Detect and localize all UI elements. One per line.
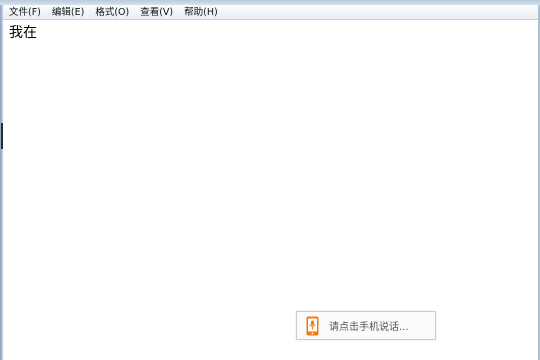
voice-input-hint[interactable]: 请点击手机说话... [296,311,436,340]
notepad-window: 文件(F) 编辑(E) 格式(O) 查看(V) 帮助(H) 我在 请点击手机说话… [0,0,540,360]
microphone-phone-icon [306,316,319,335]
editor-text: 我在 [9,25,37,41]
menu-bar: 文件(F) 编辑(E) 格式(O) 查看(V) 帮助(H) [3,5,538,20]
menu-view[interactable]: 查看(V) [140,5,173,20]
menu-format[interactable]: 格式(O) [95,5,129,20]
menu-help[interactable]: 帮助(H) [184,5,218,20]
menu-file[interactable]: 文件(F) [9,5,41,20]
text-editor-area[interactable]: 我在 [3,21,538,360]
menu-edit[interactable]: 编辑(E) [52,5,84,20]
voice-hint-label: 请点击手机说话... [329,322,409,333]
